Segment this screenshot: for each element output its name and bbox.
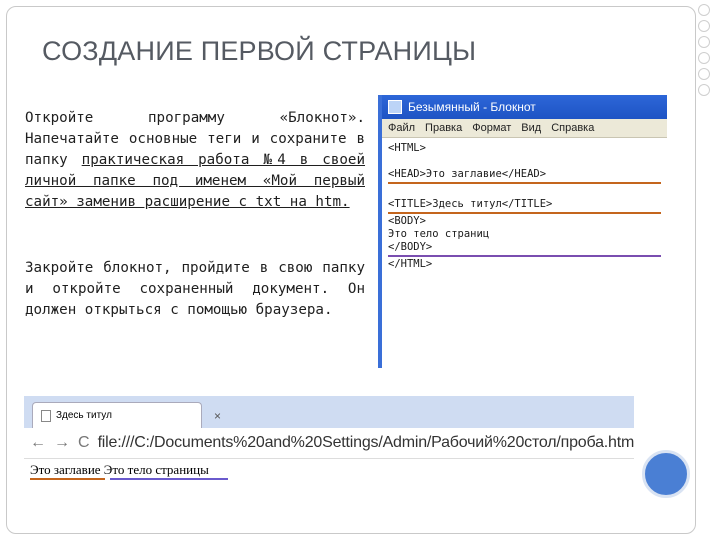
menu-view[interactable]: Вид [521, 122, 541, 134]
address-bar[interactable]: file:///C:/Documents%20and%20Settings/Ad… [98, 434, 635, 452]
underline-mark [388, 212, 661, 214]
notepad-title: Безымянный - Блокнот [408, 100, 536, 114]
underline-mark [30, 478, 105, 480]
browser-screenshot: Здесь титул × ← → C file:///C:/Documents… [24, 396, 634, 488]
tab-title: Здесь титул [56, 410, 112, 421]
notepad-text-area[interactable]: <HTML> <HEAD>Это заглавие</HEAD> <TITLE>… [382, 138, 667, 275]
underline-mark [388, 182, 661, 184]
menu-file[interactable]: Файл [388, 122, 415, 134]
browser-tabbar: Здесь титул × [24, 396, 634, 428]
notepad-screenshot: Безымянный - Блокнот Файл Правка Формат … [378, 95, 667, 368]
notepad-menu: Файл Правка Формат Вид Справка [382, 119, 667, 138]
browser-tab[interactable]: Здесь титул × [32, 402, 221, 428]
notepad-titlebar: Безымянный - Блокнот [382, 95, 667, 119]
menu-help[interactable]: Справка [551, 122, 594, 134]
code-line: </HTML> [388, 258, 433, 270]
decorative-rings [698, 0, 712, 440]
underline-mark [110, 478, 228, 480]
instruction-paragraph-2: Закройте блокнот, пройдите в свою папку … [25, 260, 365, 318]
code-line: <TITLE>Здесь титул</TITLE> [388, 198, 553, 210]
reload-icon[interactable]: C [78, 434, 90, 452]
browser-page-content: Это заглавие Это тело страницы [30, 462, 209, 477]
forward-icon[interactable]: → [54, 434, 70, 452]
instruction-paragraph-1: Откройте программу «Блокнот». Напечатайт… [25, 108, 365, 213]
back-icon[interactable]: ← [30, 434, 46, 452]
code-line: Это тело страниц [388, 228, 490, 240]
browser-toolbar: ← → C file:///C:/Documents%20and%20Setti… [24, 428, 634, 459]
close-icon[interactable]: × [214, 409, 221, 423]
code-line: <HEAD>Это заглавие</HEAD> [388, 168, 547, 180]
underline-mark [388, 255, 661, 257]
slide-title: СОЗДАНИЕ ПЕРВОЙ СТРАНИЦЫ [42, 36, 477, 66]
document-icon [41, 409, 51, 422]
code-line: </BODY> [388, 241, 433, 253]
code-line: <BODY> [388, 215, 426, 227]
notepad-icon [388, 100, 402, 114]
menu-format[interactable]: Формат [472, 122, 511, 134]
decorative-circle [642, 450, 690, 498]
code-line: <HTML> [388, 142, 426, 154]
menu-edit[interactable]: Правка [425, 122, 462, 134]
